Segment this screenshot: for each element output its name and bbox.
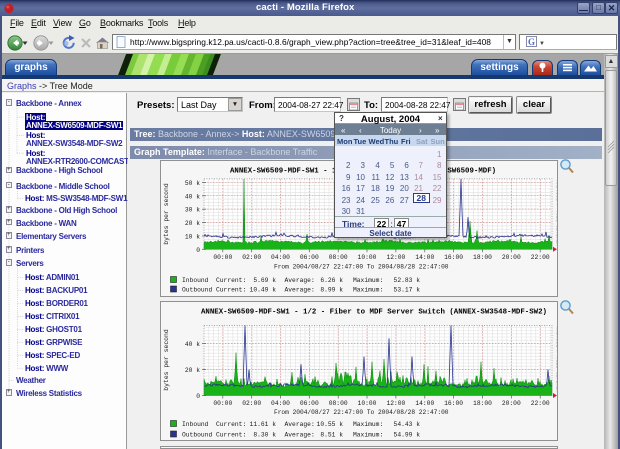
svg-text:06:00: 06:00 bbox=[300, 400, 319, 407]
svg-text:20:00: 20:00 bbox=[502, 254, 521, 261]
svg-text:10.55 k: 10.55 k bbox=[317, 421, 344, 428]
svg-text:0: 0 bbox=[196, 393, 200, 400]
svg-text:04:00: 04:00 bbox=[271, 254, 290, 261]
svg-text:Average:: Average: bbox=[285, 431, 315, 438]
svg-text:5.69 k: 5.69 k bbox=[253, 277, 276, 284]
svg-text:54.43 k: 54.43 k bbox=[394, 421, 421, 428]
svg-text:10:00: 10:00 bbox=[358, 254, 377, 261]
svg-text:08:00: 08:00 bbox=[329, 254, 348, 261]
svg-text:Maximum:: Maximum: bbox=[353, 277, 383, 284]
svg-text:22:00: 22:00 bbox=[531, 254, 550, 261]
svg-text:Maximum:: Maximum: bbox=[353, 287, 383, 294]
svg-text:54.99 k: 54.99 k bbox=[394, 431, 421, 438]
svg-text:From 2004/08/27 22:47:00 To 20: From 2004/08/27 22:47:00 To 2004/08/28 2… bbox=[274, 264, 449, 271]
svg-text:6.26 k: 6.26 k bbox=[320, 277, 343, 284]
svg-text:52.83 k: 52.83 k bbox=[394, 277, 421, 284]
svg-text:18:00: 18:00 bbox=[473, 400, 492, 407]
svg-text:Current:: Current: bbox=[216, 421, 246, 428]
svg-text:11.61 k: 11.61 k bbox=[250, 421, 277, 428]
svg-text:Average:: Average: bbox=[285, 277, 315, 284]
svg-text:8.51 k: 8.51 k bbox=[320, 431, 343, 438]
svg-text:18:00: 18:00 bbox=[473, 254, 492, 261]
svg-text:16:00: 16:00 bbox=[444, 400, 463, 407]
svg-text:30 k: 30 k bbox=[185, 207, 200, 214]
svg-text:40 k: 40 k bbox=[185, 341, 200, 348]
svg-text:Average:: Average: bbox=[285, 287, 315, 294]
svg-text:Inbound: Inbound bbox=[182, 277, 209, 284]
svg-text:10:00: 10:00 bbox=[358, 400, 377, 407]
svg-text:02:00: 02:00 bbox=[242, 254, 261, 261]
svg-text:bytes per second: bytes per second bbox=[163, 329, 170, 391]
svg-text:Maximum:: Maximum: bbox=[353, 431, 383, 438]
svg-text:bytes per second: bytes per second bbox=[163, 183, 170, 245]
svg-text:20 k: 20 k bbox=[185, 220, 200, 227]
svg-text:08:00: 08:00 bbox=[329, 400, 348, 407]
svg-text:10.49 k: 10.49 k bbox=[250, 287, 277, 294]
svg-text:Average:: Average: bbox=[285, 421, 315, 428]
svg-text:Inbound: Inbound bbox=[182, 421, 209, 428]
svg-text:06:00: 06:00 bbox=[300, 254, 319, 261]
svg-text:16:00: 16:00 bbox=[444, 254, 463, 261]
svg-text:Current:: Current: bbox=[216, 287, 246, 294]
svg-text:50 k: 50 k bbox=[185, 180, 200, 187]
svg-text:53.17 k: 53.17 k bbox=[394, 287, 421, 294]
svg-text:10 k: 10 k bbox=[185, 234, 200, 241]
svg-text:12:00: 12:00 bbox=[386, 254, 405, 261]
svg-text:20:00: 20:00 bbox=[502, 400, 521, 407]
svg-text:22:00: 22:00 bbox=[531, 400, 550, 407]
svg-text:0: 0 bbox=[196, 247, 200, 254]
svg-text:00:00: 00:00 bbox=[213, 254, 232, 261]
svg-text:Outbound: Outbound bbox=[182, 431, 212, 438]
svg-text:14:00: 14:00 bbox=[415, 254, 434, 261]
svg-text:From 2004/08/27 22:47:00 To 20: From 2004/08/27 22:47:00 To 2004/08/28 2… bbox=[274, 409, 449, 416]
svg-text:8.30 k: 8.30 k bbox=[253, 431, 276, 438]
svg-text:00:00: 00:00 bbox=[213, 400, 232, 407]
svg-text:02:00: 02:00 bbox=[242, 400, 261, 407]
svg-text:Maximum:: Maximum: bbox=[353, 421, 383, 428]
svg-text:Current:: Current: bbox=[216, 431, 246, 438]
svg-text:RRDTOOL / TOBI OETIKER: RRDTOOL / TOBI OETIKER bbox=[555, 180, 558, 246]
svg-text:12:00: 12:00 bbox=[386, 400, 405, 407]
svg-text:20 k: 20 k bbox=[185, 367, 200, 374]
svg-text:14:00: 14:00 bbox=[415, 400, 434, 407]
svg-text:40 k: 40 k bbox=[185, 193, 200, 200]
svg-text:8.99 k: 8.99 k bbox=[320, 287, 343, 294]
svg-text:Outbound: Outbound bbox=[182, 287, 212, 294]
svg-text:ANNEX-SW6509-MDF-SW1 - 1/2 - F: ANNEX-SW6509-MDF-SW1 - 1/2 - Fiber to MD… bbox=[201, 308, 547, 316]
svg-text:04:00: 04:00 bbox=[271, 400, 290, 407]
svg-text:Current:: Current: bbox=[216, 277, 246, 284]
svg-text:RRDTOOL / TOBI OETIKER: RRDTOOL / TOBI OETIKER bbox=[555, 326, 558, 392]
